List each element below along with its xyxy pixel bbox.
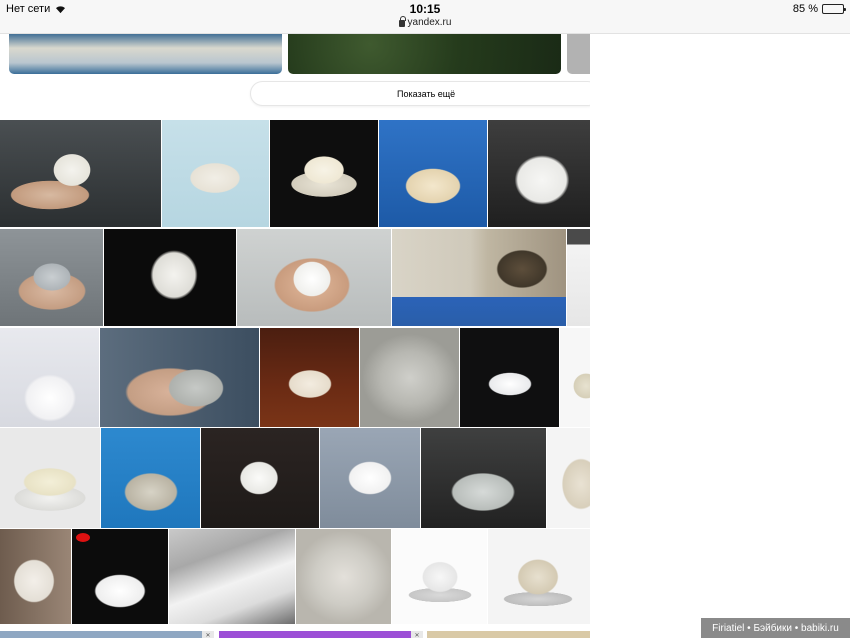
image-result[interactable] (0, 328, 99, 427)
image-result[interactable] (9, 34, 282, 74)
image-result[interactable] (379, 120, 487, 227)
image-result[interactable] (421, 428, 546, 528)
image-result[interactable] (169, 529, 295, 624)
image-result[interactable] (392, 229, 566, 326)
url-text: yandex.ru (407, 17, 452, 28)
ad-close-icon[interactable]: ✕ (411, 631, 423, 638)
image-result[interactable] (488, 529, 590, 624)
image-result[interactable] (360, 328, 459, 427)
image-result[interactable] (104, 229, 236, 326)
image-result[interactable] (237, 229, 391, 326)
lock-icon (398, 16, 406, 27)
image-result[interactable] (201, 428, 319, 528)
image-result[interactable] (0, 428, 100, 528)
image-result[interactable] (0, 529, 71, 624)
show-more-button[interactable]: Показать ещё (250, 81, 590, 106)
image-result[interactable] (547, 428, 590, 528)
battery-percent: 85 % (792, 3, 818, 15)
image-result[interactable] (560, 328, 590, 427)
image-result[interactable] (100, 328, 259, 427)
image-results: Показать ещё ✕ ✕ (0, 34, 590, 638)
image-result[interactable] (488, 120, 590, 227)
clock: 10:15 (409, 2, 441, 16)
image-result[interactable]: ✕ (0, 631, 214, 638)
ad-close-icon[interactable]: ✕ (202, 631, 214, 638)
image-result[interactable] (0, 120, 161, 227)
image-result[interactable] (460, 328, 559, 427)
status-bar: Нет сети 10:15 yandex.ru 85 % (0, 0, 850, 34)
image-result[interactable] (392, 529, 487, 624)
image-result[interactable] (101, 428, 200, 528)
image-result[interactable] (72, 529, 168, 624)
image-result[interactable] (320, 428, 420, 528)
watermark: Firiatiel • Бэйбики • babiki.ru (701, 618, 850, 638)
image-result[interactable] (427, 631, 590, 638)
record-icon (76, 533, 90, 542)
image-result[interactable] (270, 120, 378, 227)
address-bar[interactable]: yandex.ru (0, 16, 850, 28)
image-result[interactable] (567, 34, 590, 74)
image-result[interactable] (162, 120, 269, 227)
image-result[interactable] (260, 328, 359, 427)
battery-icon (822, 4, 846, 14)
image-result[interactable] (296, 529, 391, 624)
status-right: 85 % (792, 3, 846, 15)
image-result[interactable] (288, 34, 561, 74)
image-result[interactable] (567, 229, 590, 326)
image-result[interactable]: ✕ (219, 631, 423, 638)
image-result[interactable] (0, 229, 103, 326)
